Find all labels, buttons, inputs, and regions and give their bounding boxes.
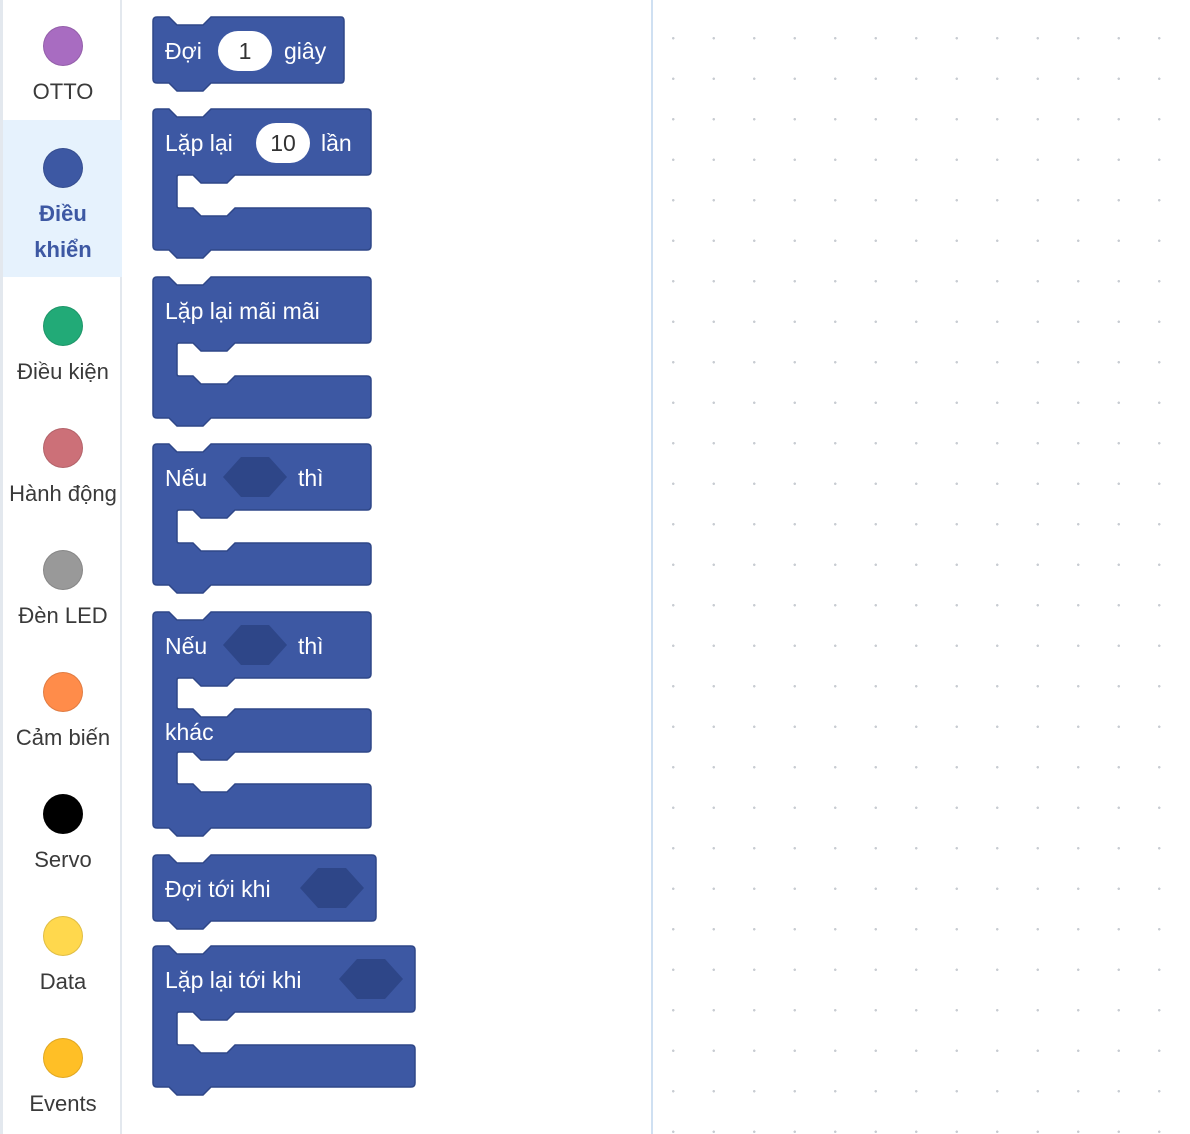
category-data[interactable]: Data bbox=[3, 916, 123, 1000]
if-else-block[interactable]: Nếu thì khác bbox=[152, 611, 383, 847]
category-otto[interactable]: OTTO bbox=[3, 26, 123, 110]
category-label: Servo bbox=[34, 847, 92, 872]
then-label: thì bbox=[298, 465, 324, 491]
category-cam-bien-dot-icon bbox=[43, 672, 83, 712]
repeat-until-block[interactable]: Lặp lại tới khi bbox=[152, 945, 433, 1106]
repeat-times-block[interactable]: Lặp lại 10 lần bbox=[152, 108, 383, 269]
category-data-dot-icon bbox=[43, 916, 83, 956]
repeat-unit-label: lần bbox=[321, 130, 352, 156]
category-dieu-khien-dot-icon bbox=[43, 148, 83, 188]
category-dieu-kien[interactable]: Điều kiện bbox=[3, 306, 123, 390]
category-label: Cảm biến bbox=[15, 725, 111, 750]
category-label: Đèn LED bbox=[18, 603, 108, 628]
category-label: OTTO bbox=[32, 79, 94, 104]
category-servo-dot-icon bbox=[43, 794, 83, 834]
forever-label: Lặp lại mãi mãi bbox=[165, 298, 320, 324]
forever-block[interactable]: Lặp lại mãi mãi bbox=[152, 276, 383, 437]
code-workspace[interactable] bbox=[653, 0, 1190, 1134]
category-events[interactable]: Events bbox=[3, 1038, 123, 1122]
category-otto-dot-icon bbox=[43, 26, 83, 66]
category-label: Events bbox=[29, 1091, 97, 1116]
wait-seconds-block[interactable]: Đợi 1 giây bbox=[152, 16, 353, 102]
category-servo[interactable]: Servo bbox=[3, 794, 123, 878]
category-cam-bien[interactable]: Cảm biến bbox=[3, 672, 123, 756]
wait-unit-label: giây bbox=[284, 38, 327, 64]
category-events-dot-icon bbox=[43, 1038, 83, 1078]
category-label: Data bbox=[39, 969, 87, 994]
repeat-count-value: 10 bbox=[270, 130, 296, 156]
if-label: Nếu bbox=[165, 633, 207, 659]
category-dieu-kien-dot-icon bbox=[43, 306, 83, 346]
wait-label: Đợi bbox=[165, 38, 202, 64]
category-label: Điều khiển bbox=[34, 201, 92, 262]
category-hanh-dong-dot-icon bbox=[43, 428, 83, 468]
else-label: khác bbox=[165, 719, 214, 745]
category-den-led-dot-icon bbox=[43, 550, 83, 590]
if-label: Nếu bbox=[165, 465, 207, 491]
repeat-label: Lặp lại bbox=[165, 130, 233, 156]
category-sidebar: OTTO Điều khiển Điều kiện Hành động Đèn … bbox=[0, 0, 123, 1134]
category-label: Điều kiện bbox=[17, 359, 109, 384]
category-hanh-dong[interactable]: Hành động bbox=[3, 428, 123, 512]
category-dieu-khien[interactable]: Điều khiển bbox=[3, 120, 123, 277]
then-label: thì bbox=[298, 633, 324, 659]
category-label: Hành động bbox=[9, 481, 117, 506]
wait-until-block[interactable]: Đợi tới khi bbox=[152, 854, 393, 940]
repeat-until-label: Lặp lại tới khi bbox=[165, 967, 302, 993]
wait-seconds-value: 1 bbox=[239, 38, 252, 64]
wait-until-label: Đợi tới khi bbox=[165, 876, 271, 902]
if-then-block[interactable]: Nếu thì bbox=[152, 443, 383, 604]
category-den-led[interactable]: Đèn LED bbox=[3, 550, 123, 634]
